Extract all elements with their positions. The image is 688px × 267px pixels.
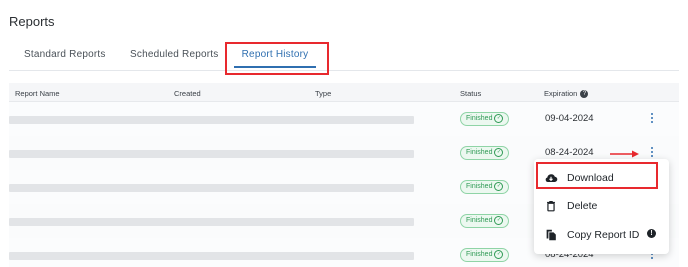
menu-item-download[interactable]: Download xyxy=(534,163,669,193)
menu-item-download-label: Download xyxy=(567,172,614,184)
table-header: Report Name Created Type Status Expirati… xyxy=(9,83,679,102)
check-circle-icon: ✓ xyxy=(494,181,504,191)
report-tabs: Standard Reports Scheduled Reports Repor… xyxy=(9,38,679,71)
redacted-cell xyxy=(9,252,414,260)
trash-icon xyxy=(547,201,555,212)
status-badge: Finished ✓ xyxy=(460,112,510,126)
expiration-date: 09-04-2024 xyxy=(545,113,594,124)
menu-item-copy-report-id[interactable]: Copy Report ID ! xyxy=(534,220,669,250)
col-created: Created xyxy=(174,89,201,98)
status-badge: Finished ✓ xyxy=(460,248,510,262)
help-icon[interactable]: ? xyxy=(580,90,589,99)
expiration-date: 08-24-2024 xyxy=(545,147,594,158)
status-badge: Finished ✓ xyxy=(460,180,510,194)
menu-item-delete[interactable]: Delete xyxy=(534,191,669,221)
tab-standard-reports[interactable]: Standard Reports xyxy=(24,38,106,70)
pointer-arrow-icon xyxy=(610,150,639,158)
page-title: Reports xyxy=(9,14,55,29)
check-circle-icon: ✓ xyxy=(494,147,504,157)
status-badge: Finished ✓ xyxy=(460,214,510,228)
check-circle-icon: ✓ xyxy=(494,113,504,123)
menu-item-delete-label: Delete xyxy=(567,200,598,212)
redacted-cell xyxy=(9,150,414,158)
col-expiration-label: Expiration xyxy=(544,89,578,98)
col-type: Type xyxy=(315,89,332,98)
status-badge: Finished ✓ xyxy=(460,146,510,160)
info-icon[interactable]: ! xyxy=(647,229,656,238)
row-actions-menu: Download Delete Copy Report ID ! xyxy=(534,159,669,254)
check-circle-icon: ✓ xyxy=(494,249,504,259)
col-expiration: Expiration? xyxy=(544,89,589,99)
active-tab-indicator xyxy=(234,66,316,68)
cloud-download-icon xyxy=(545,174,558,182)
table-row: Finished ✓ 09-04-2024 xyxy=(9,102,679,137)
tab-report-history-label: Report History xyxy=(241,49,309,60)
redacted-cell xyxy=(9,116,414,124)
menu-item-copy-label: Copy Report ID xyxy=(567,229,640,241)
check-circle-icon: ✓ xyxy=(494,215,504,225)
col-report-name: Report Name xyxy=(15,89,60,98)
col-status: Status xyxy=(460,89,482,98)
redacted-cell xyxy=(9,218,414,226)
copy-icon xyxy=(546,229,556,241)
row-actions-menu-icon[interactable] xyxy=(649,111,655,127)
tab-scheduled-reports[interactable]: Scheduled Reports xyxy=(130,38,218,70)
tab-report-history[interactable]: Report History xyxy=(225,42,325,68)
redacted-cell xyxy=(9,184,414,192)
